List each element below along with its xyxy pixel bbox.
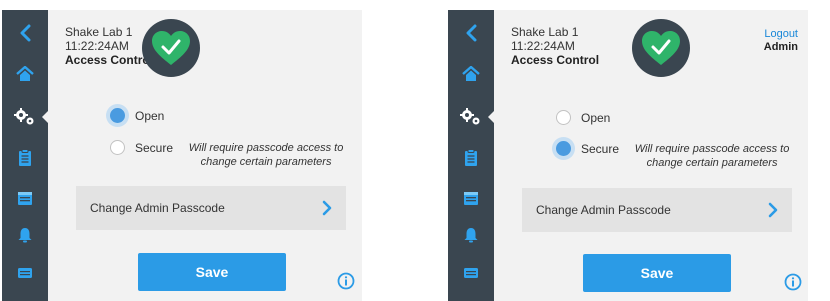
page-title: Access Control (511, 53, 600, 67)
gears-icon (460, 108, 480, 125)
nav-alarms[interactable] (2, 218, 48, 252)
option-secure[interactable]: Secure Will require passcode access to c… (556, 141, 797, 170)
clipboard-icon (19, 149, 31, 166)
heart-check-icon (152, 31, 190, 65)
home-icon (462, 66, 480, 81)
nav-home[interactable] (448, 57, 494, 91)
heart-check-icon (642, 31, 680, 65)
nav-settings[interactable] (448, 100, 495, 134)
nav-schedule[interactable] (448, 181, 494, 215)
clipboard-icon (465, 149, 477, 166)
calendar-icon (18, 192, 32, 205)
secure-note: Will require passcode access to change c… (634, 143, 790, 169)
back-button[interactable] (2, 16, 48, 50)
back-chevron-icon (466, 24, 477, 42)
page-title: Access Control (65, 53, 154, 67)
chevron-right-icon (768, 202, 778, 218)
option-open[interactable]: Open (556, 110, 610, 125)
change-admin-passcode-label: Change Admin Passcode (536, 203, 671, 217)
back-chevron-icon (20, 24, 31, 42)
option-open[interactable]: Open (110, 108, 164, 123)
radio-secure[interactable] (556, 141, 571, 156)
logout-link[interactable]: Logout (764, 28, 798, 41)
radio-secure[interactable] (110, 140, 125, 155)
change-admin-passcode-row[interactable]: Change Admin Passcode (76, 186, 346, 230)
save-button[interactable]: Save (138, 253, 286, 291)
secure-note: Will require passcode access to change c… (188, 142, 344, 168)
nav-settings[interactable] (2, 100, 49, 134)
user-panel: Logout Admin (764, 28, 798, 54)
access-control-screen-open: Shake Lab 1 11:22:24AM Access Control Op… (2, 10, 362, 301)
save-button[interactable]: Save (583, 254, 731, 292)
bell-icon (18, 228, 32, 243)
status-badge (142, 19, 200, 77)
chevron-right-icon (322, 200, 332, 216)
clock-time: 11:22:24AM (511, 39, 575, 53)
radio-open[interactable] (110, 108, 125, 123)
option-open-label: Open (135, 109, 165, 123)
radio-open[interactable] (556, 110, 571, 125)
option-secure-label: Secure (581, 142, 620, 156)
clock-time: 11:22:24AM (65, 39, 129, 53)
sidebar-nav (2, 10, 49, 301)
keyboard-icon (464, 268, 478, 278)
bell-icon (464, 228, 478, 243)
nav-protocols[interactable] (2, 141, 48, 175)
option-secure-label: Secure (135, 141, 174, 155)
back-button[interactable] (448, 16, 494, 50)
device-name: Shake Lab 1 (65, 25, 133, 39)
device-name: Shake Lab 1 (511, 25, 579, 39)
home-icon (16, 66, 34, 81)
access-control-screen-secure: Shake Lab 1 11:22:24AM Access Control Lo… (448, 10, 808, 301)
nav-console[interactable] (448, 256, 494, 290)
option-open-label: Open (581, 111, 611, 125)
keyboard-icon (18, 268, 32, 278)
user-role: Admin (763, 41, 798, 53)
info-icon[interactable] (784, 273, 802, 291)
status-badge (632, 19, 690, 77)
change-admin-passcode-label: Change Admin Passcode (90, 201, 225, 215)
info-icon[interactable] (337, 272, 355, 290)
option-secure[interactable]: Secure Will require passcode access to c… (110, 140, 351, 169)
change-admin-passcode-row[interactable]: Change Admin Passcode (522, 188, 792, 232)
nav-home[interactable] (2, 57, 48, 91)
gears-icon (14, 108, 34, 125)
device-header: Shake Lab 1 11:22:24AM Access Control (65, 25, 153, 67)
device-header: Shake Lab 1 11:22:24AM Access Control (511, 25, 599, 67)
nav-console[interactable] (2, 256, 48, 290)
nav-schedule[interactable] (2, 181, 48, 215)
sidebar-nav (448, 10, 495, 301)
nav-alarms[interactable] (448, 218, 494, 252)
calendar-icon (464, 192, 478, 205)
nav-protocols[interactable] (448, 141, 494, 175)
